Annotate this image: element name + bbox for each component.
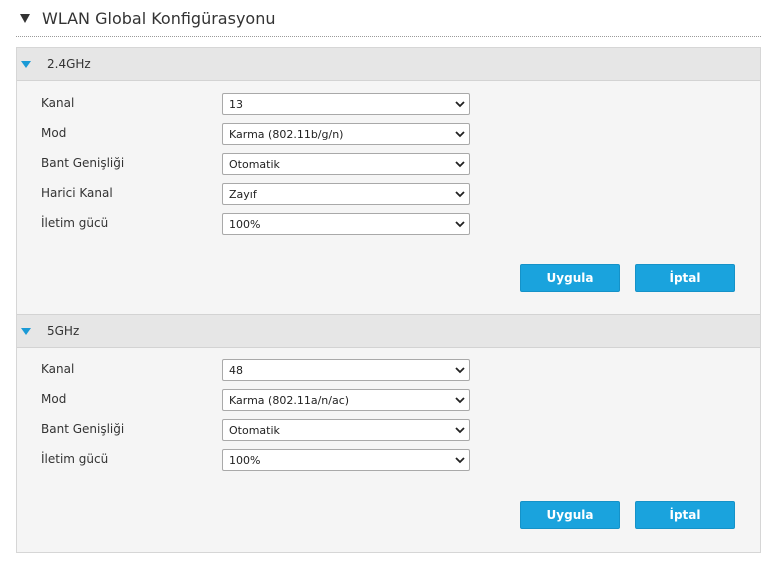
- field-label: İletim gücü: [41, 452, 109, 466]
- section-title: 5GHz: [47, 324, 80, 338]
- page-title: WLAN Global Konfigürasyonu: [42, 8, 276, 28]
- field-row-channel: Kanal 13: [17, 93, 760, 117]
- select-value: 48: [229, 364, 243, 377]
- chevron-down-icon: [455, 397, 465, 404]
- select-value: Karma (802.11b/g/n): [229, 128, 344, 141]
- field-row-channel: Kanal 48: [17, 359, 760, 383]
- tx-power-select[interactable]: 100%: [222, 449, 470, 471]
- section-title: 2.4GHz: [47, 57, 91, 71]
- chevron-down-icon: [455, 457, 465, 464]
- section-header-24ghz[interactable]: 2.4GHz: [17, 48, 760, 81]
- section-24ghz: 2.4GHz Kanal 13 Mod Karma (802.11b/g/n) …: [17, 48, 760, 314]
- chevron-down-icon: [455, 161, 465, 168]
- wlan-config-panel: 2.4GHz Kanal 13 Mod Karma (802.11b/g/n) …: [16, 47, 761, 553]
- section-5ghz: 5GHz Kanal 48 Mod Karma (802.11a/n/ac) B…: [17, 314, 760, 552]
- select-value: Otomatik: [229, 158, 280, 171]
- tx-power-select[interactable]: 100%: [222, 213, 470, 235]
- select-value: Karma (802.11a/n/ac): [229, 394, 350, 407]
- field-label: Kanal: [41, 96, 75, 110]
- field-row-bandwidth: Bant Genişliği Otomatik: [17, 153, 760, 177]
- select-value: Otomatik: [229, 424, 280, 437]
- extension-channel-select[interactable]: Zayıf: [222, 183, 470, 205]
- collapse-triangle-icon[interactable]: [20, 13, 30, 23]
- field-label: Harici Kanal: [41, 186, 113, 200]
- mode-select[interactable]: Karma (802.11b/g/n): [222, 123, 470, 145]
- chevron-down-icon: [455, 221, 465, 228]
- section-collapse-triangle-icon: [21, 327, 31, 335]
- field-row-mode: Mod Karma (802.11b/g/n): [17, 123, 760, 147]
- bandwidth-select[interactable]: Otomatik: [222, 153, 470, 175]
- channel-select[interactable]: 13: [222, 93, 470, 115]
- cancel-button[interactable]: İptal: [635, 501, 735, 529]
- select-value: 13: [229, 98, 243, 111]
- field-row-bandwidth: Bant Genişliği Otomatik: [17, 419, 760, 443]
- field-row-tx-power: İletim gücü 100%: [17, 213, 760, 237]
- field-label: Bant Genişliği: [41, 422, 125, 436]
- channel-select[interactable]: 48: [222, 359, 470, 381]
- field-label: Mod: [41, 392, 67, 406]
- field-row-extension-channel: Harici Kanal Zayıf: [17, 183, 760, 207]
- section-header-5ghz[interactable]: 5GHz: [17, 314, 760, 348]
- mode-select[interactable]: Karma (802.11a/n/ac): [222, 389, 470, 411]
- field-row-tx-power: İletim gücü 100%: [17, 449, 760, 473]
- select-value: 100%: [229, 218, 261, 231]
- field-label: Mod: [41, 126, 67, 140]
- bandwidth-select[interactable]: Otomatik: [222, 419, 470, 441]
- cancel-button[interactable]: İptal: [635, 264, 735, 292]
- chevron-down-icon: [455, 101, 465, 108]
- page-header: WLAN Global Konfigürasyonu: [16, 0, 761, 37]
- select-value: 100%: [229, 454, 261, 467]
- chevron-down-icon: [455, 131, 465, 138]
- chevron-down-icon: [455, 427, 465, 434]
- field-row-mode: Mod Karma (802.11a/n/ac): [17, 389, 760, 413]
- field-label: İletim gücü: [41, 216, 109, 230]
- apply-button[interactable]: Uygula: [520, 264, 620, 292]
- chevron-down-icon: [455, 367, 465, 374]
- section-collapse-triangle-icon: [21, 60, 31, 68]
- field-label: Kanal: [41, 362, 75, 376]
- select-value: Zayıf: [229, 188, 257, 201]
- apply-button[interactable]: Uygula: [520, 501, 620, 529]
- field-label: Bant Genişliği: [41, 156, 125, 170]
- chevron-down-icon: [455, 191, 465, 198]
